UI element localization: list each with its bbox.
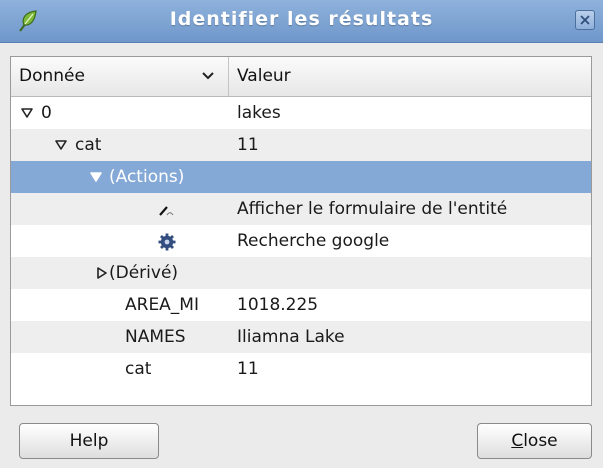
expand-arrow-right-icon[interactable] (95, 267, 109, 279)
tree-row-actions[interactable]: (Actions) (11, 161, 591, 193)
attribute-value: 11 (237, 359, 259, 379)
identify-results-dialog: Identifier les résultats Donnée Valeur 0… (0, 0, 603, 468)
expand-arrow-down-icon[interactable] (89, 171, 103, 183)
edit-form-icon (159, 206, 174, 216)
tree-row-action-form[interactable]: Afficher le formulaire de l'entité (11, 193, 591, 225)
tree-row-feature[interactable]: cat 11 (11, 129, 591, 161)
expand-arrow-down-icon[interactable] (20, 107, 34, 119)
attribute-value: 1018.225 (237, 295, 319, 315)
tree-row-attribute[interactable]: cat 11 (11, 353, 591, 385)
row-label: cat (75, 135, 102, 155)
close-mnemonic: C (511, 431, 524, 451)
chevron-down-icon[interactable] (201, 71, 215, 81)
tree-row-attribute[interactable]: AREA_MI 1018.225 (11, 289, 591, 321)
results-tree[interactable]: Donnée Valeur 0 lakes cat 11 (Actions) A… (10, 56, 592, 406)
close-icon (580, 15, 590, 25)
help-button[interactable]: Help (19, 423, 159, 459)
tree-header: Donnée Valeur (11, 57, 591, 97)
gear-icon (158, 233, 176, 251)
expand-arrow-down-icon[interactable] (54, 139, 68, 151)
row-label: (Dérivé) (109, 263, 179, 283)
window-close-button[interactable] (575, 10, 595, 30)
tree-row-attribute[interactable]: NAMES Iliamna Lake (11, 321, 591, 353)
row-value: lakes (237, 103, 281, 123)
attribute-name: NAMES (125, 327, 186, 347)
attribute-value: Iliamna Lake (237, 327, 345, 347)
attribute-name: AREA_MI (125, 295, 199, 315)
tree-row-action-google[interactable]: Recherche google (11, 225, 591, 257)
window-title: Identifier les résultats (169, 8, 434, 30)
action-label[interactable]: Afficher le formulaire de l'entité (237, 193, 507, 225)
tree-row-derived[interactable]: (Dérivé) (11, 257, 591, 289)
title-bar[interactable]: Identifier les résultats (0, 0, 603, 43)
close-button[interactable]: Close (477, 423, 592, 459)
close-label: lose (523, 431, 558, 451)
row-label: 0 (41, 103, 52, 123)
action-label[interactable]: Recherche google (237, 225, 389, 257)
column-header-donnee[interactable]: Donnée (11, 57, 229, 96)
row-label: (Actions) (109, 167, 185, 187)
column-header-valeur[interactable]: Valeur (229, 57, 591, 96)
attribute-name: cat (125, 359, 152, 379)
tree-row-layer[interactable]: 0 lakes (11, 97, 591, 129)
row-value: 11 (237, 135, 259, 155)
